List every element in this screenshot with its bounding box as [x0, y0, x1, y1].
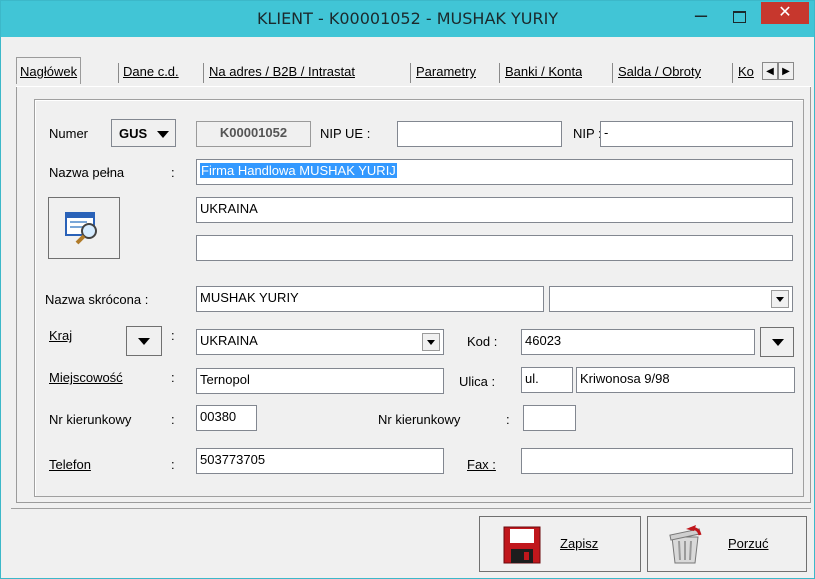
fax-input[interactable]	[521, 448, 793, 474]
cancel-button[interactable]: Porzuć	[647, 516, 807, 572]
tab-na-adres[interactable]: Na adres / B2B / Intrastat	[209, 60, 355, 84]
tab-banki-konta[interactable]: Banki / Konta	[505, 60, 582, 84]
colon: :	[171, 165, 175, 180]
colon: :	[171, 370, 175, 385]
numer-label: Numer	[49, 126, 89, 141]
nip-label: NIP :	[573, 126, 602, 141]
numer-source-dropdown[interactable]: GUS	[111, 119, 176, 147]
kraj-value: UKRAINA	[200, 333, 258, 348]
save-button-label: Zapisz	[560, 536, 599, 551]
nr-kierunkowy-label: Nr kierunkowy	[49, 412, 132, 427]
maximize-icon	[732, 11, 746, 23]
maximize-button[interactable]	[723, 3, 755, 31]
tab-strip: Nagłówek Dane c.d. Na adres / B2B / Intr…	[16, 57, 811, 85]
numer-value-field: K00001052	[196, 121, 311, 147]
tab-separator	[203, 63, 204, 83]
tab-separator	[612, 63, 613, 83]
ulica-prefix-input[interactable]: ul.	[521, 367, 573, 393]
kod-input[interactable]: 46023	[521, 329, 755, 355]
nip-input[interactable]: -	[600, 121, 793, 147]
kraj-label: Kraj	[49, 328, 73, 343]
tab-naglowek[interactable]: Nagłówek	[16, 57, 82, 84]
nr-kierunkowy2-label: Nr kierunkowy	[378, 412, 461, 427]
floppy-disk-icon	[503, 526, 541, 564]
save-button[interactable]: Zapisz	[479, 516, 641, 572]
miejscowosc-input[interactable]: Ternopol	[196, 368, 444, 394]
trash-bin-icon	[669, 525, 702, 564]
tab-scroll-right-button[interactable]: ▶	[778, 62, 794, 80]
ulica-input[interactable]: Kriwonosa 9/98	[576, 367, 795, 393]
lookup-button[interactable]	[48, 197, 120, 259]
tab-parametry[interactable]: Parametry	[416, 60, 476, 84]
telefon-input[interactable]: 503773705	[196, 448, 444, 474]
minimize-button[interactable]: –	[685, 3, 717, 31]
title-bar[interactable]: KLIENT - K00001052 - MUSHAK YURIY – ✕	[1, 1, 814, 37]
nazwa-pelna-line2-input[interactable]: UKRAINA	[196, 197, 793, 223]
tab-separator	[499, 63, 500, 83]
nazwa-pelna-label: Nazwa pełna	[49, 165, 125, 180]
nazwa-skrocona-input[interactable]: MUSHAK YURIY	[196, 286, 544, 312]
kraj-select[interactable]: UKRAINA	[196, 329, 444, 355]
nazwa-skrocona-combo[interactable]	[549, 286, 793, 312]
fax-label: Fax :	[467, 457, 496, 472]
nazwa-pelna-line1-input[interactable]: Firma Handlowa MUSHAK YURIJ	[196, 159, 793, 185]
kod-label: Kod :	[467, 334, 498, 349]
telefon-label: Telefon	[49, 457, 91, 472]
kraj-dropdown-button[interactable]	[126, 326, 162, 356]
nr-kierunkowy2-input[interactable]	[523, 405, 576, 431]
tab-scroll-left-button[interactable]: ◀	[762, 62, 778, 80]
colon: :	[171, 412, 175, 427]
ulica-label: Ulica :	[459, 374, 496, 389]
chevron-down-icon[interactable]	[422, 333, 440, 351]
colon: :	[171, 457, 175, 472]
nip-ue-label: NIP UE :	[320, 126, 371, 141]
tab-dane-cd[interactable]: Dane c.d.	[123, 60, 179, 84]
colon: :	[171, 328, 175, 343]
client-window: KLIENT - K00001052 - MUSHAK YURIY – ✕ Na…	[0, 0, 815, 579]
selected-text: Firma Handlowa MUSHAK YURIJ	[200, 163, 397, 178]
colon: :	[506, 412, 510, 427]
kod-dropdown-button[interactable]	[760, 327, 794, 357]
close-button[interactable]: ✕	[761, 2, 809, 24]
nr-kierunkowy-input[interactable]: 00380	[196, 405, 257, 431]
tab-kontakty[interactable]: Ko	[738, 60, 760, 84]
chevron-down-icon[interactable]	[771, 290, 789, 308]
chevron-down-icon	[157, 131, 169, 138]
nazwa-pelna-line3-input[interactable]	[196, 235, 793, 261]
tab-separator	[732, 63, 733, 83]
tab-salda-obroty[interactable]: Salda / Obroty	[618, 60, 701, 84]
numer-source-value: GUS	[119, 126, 148, 141]
nazwa-skrocona-label: Nazwa skrócona :	[45, 292, 149, 307]
cancel-button-label: Porzuć	[728, 536, 769, 551]
tab-separator	[410, 63, 411, 83]
tab-separator	[118, 63, 119, 83]
nip-ue-input[interactable]	[397, 121, 562, 147]
magnifier-window-icon	[65, 212, 97, 245]
miejscowosc-label: Miejscowość	[49, 370, 123, 385]
